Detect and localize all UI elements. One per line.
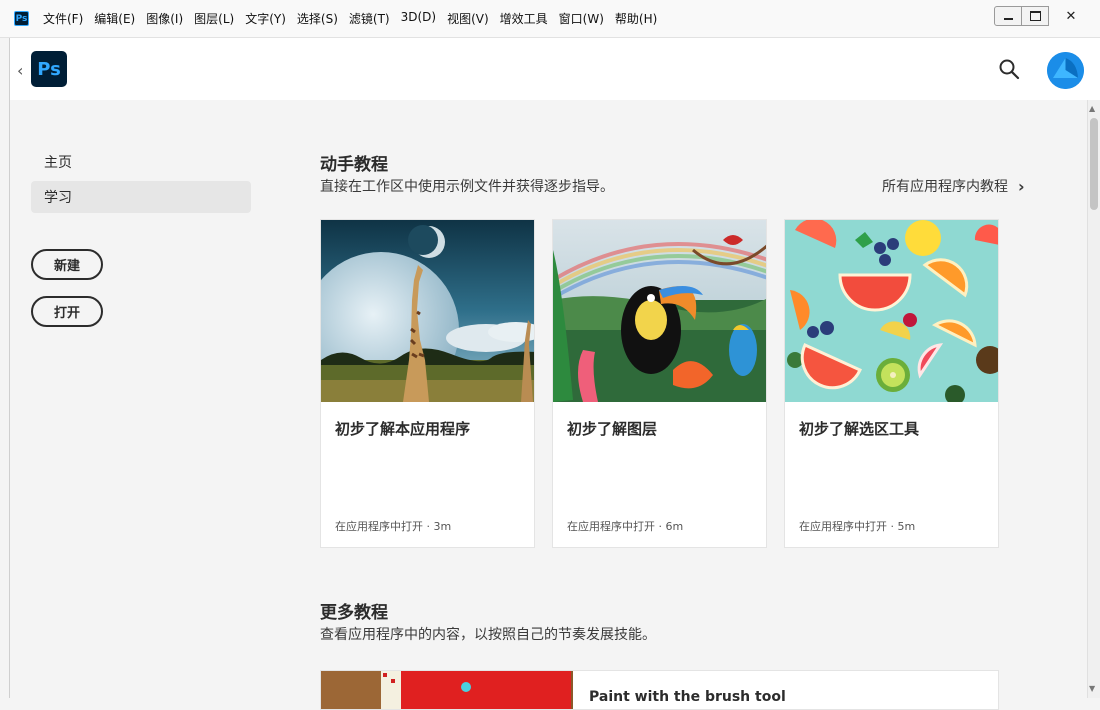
photoshop-app-icon: Ps <box>14 11 29 26</box>
menu-view[interactable]: 视图(V) <box>447 10 489 27</box>
menu-edit[interactable]: 编辑(E) <box>94 10 135 27</box>
card-meta: 在应用程序中打开 · 3m <box>335 520 452 533</box>
menu-select[interactable]: 选择(S) <box>297 10 338 27</box>
menu-plugins[interactable]: 增效工具 <box>500 10 548 27</box>
card-meta: 在应用程序中打开 · 6m <box>567 520 684 533</box>
photoshop-logo[interactable]: Ps <box>31 51 67 87</box>
scroll-up-icon[interactable]: ▲ <box>1089 104 1095 113</box>
open-button[interactable]: 打开 <box>31 296 103 327</box>
toucan-thumbnail <box>553 220 766 402</box>
sidebar: 主页 学习 新建 打开 <box>31 146 251 327</box>
fruit-slices-thumbnail <box>785 220 998 402</box>
all-in-app-tutorials-link[interactable]: 所有应用程序内教程 › <box>882 176 1025 196</box>
chevron-right-icon: › <box>1018 176 1025 196</box>
menu-file[interactable]: 文件(F) <box>43 10 83 27</box>
menu-window[interactable]: 窗口(W) <box>559 10 604 27</box>
menu-layer[interactable]: 图层(L) <box>194 10 234 27</box>
menu-filter[interactable]: 滤镜(T) <box>349 10 390 27</box>
menu-list: 文件(F) 编辑(E) 图像(I) 图层(L) 文字(Y) 选择(S) 滤镜(T… <box>43 10 668 27</box>
close-button[interactable]: ✕ <box>1048 6 1094 26</box>
window-controls: ✕ <box>994 6 1094 26</box>
tutorial-card-app-basics[interactable]: 初步了解本应用程序 在应用程序中打开 · 3m <box>320 219 535 548</box>
maximize-icon <box>1029 11 1041 21</box>
menu-bar: Ps 文件(F) 编辑(E) 图像(I) 图层(L) 文字(Y) 选择(S) 滤… <box>0 0 1100 38</box>
card-meta: 在应用程序中打开 · 5m <box>799 520 916 533</box>
menu-3d[interactable]: 3D(D) <box>401 10 436 27</box>
more-tutorials-subtitle: 查看应用程序中的内容，以按照自己的节奏发展技能。 <box>320 627 656 643</box>
hands-on-title: 动手教程 <box>320 155 388 175</box>
minimize-button[interactable] <box>994 6 1022 26</box>
close-icon: ✕ <box>1065 8 1077 24</box>
hands-on-subtitle: 直接在工作区中使用示例文件并获得逐步指导。 <box>320 179 614 195</box>
scroll-down-icon[interactable]: ▼ <box>1089 684 1095 693</box>
app-header: ‹ Ps <box>10 38 1100 100</box>
giraffe-moon-thumbnail <box>321 220 534 402</box>
avatar-icon <box>1047 52 1084 89</box>
search-icon[interactable] <box>998 58 1020 80</box>
tutorial-card-brush-tool[interactable]: Paint with the brush tool <box>320 670 999 710</box>
tutorial-card-layers[interactable]: 初步了解图层 在应用程序中打开 · 6m <box>552 219 767 548</box>
tutorial-card-selection-tools[interactable]: 初步了解选区工具 在应用程序中打开 · 5m <box>784 219 999 548</box>
sidebar-item-learn[interactable]: 学习 <box>31 181 251 213</box>
maximize-button[interactable] <box>1021 6 1049 26</box>
new-button[interactable]: 新建 <box>31 249 103 280</box>
card-title: Paint with the brush tool <box>589 689 786 705</box>
all-tutorials-label: 所有应用程序内教程 <box>882 179 1008 195</box>
card-title: 初步了解选区工具 <box>799 420 920 438</box>
minimize-icon <box>1003 18 1013 20</box>
menu-help[interactable]: 帮助(H) <box>615 10 657 27</box>
sidebar-item-home[interactable]: 主页 <box>31 146 251 178</box>
card-title: 初步了解本应用程序 <box>335 420 471 438</box>
back-chevron-icon[interactable]: ‹ <box>17 61 23 80</box>
menu-image[interactable]: 图像(I) <box>146 10 183 27</box>
menu-type[interactable]: 文字(Y) <box>245 10 286 27</box>
scrollbar-thumb[interactable] <box>1090 118 1098 210</box>
brush-tool-thumbnail <box>321 671 573 709</box>
more-tutorials-title: 更多教程 <box>320 603 388 623</box>
card-title: 初步了解图层 <box>567 420 658 438</box>
window-left-border <box>9 38 10 698</box>
avatar[interactable] <box>1047 52 1084 89</box>
